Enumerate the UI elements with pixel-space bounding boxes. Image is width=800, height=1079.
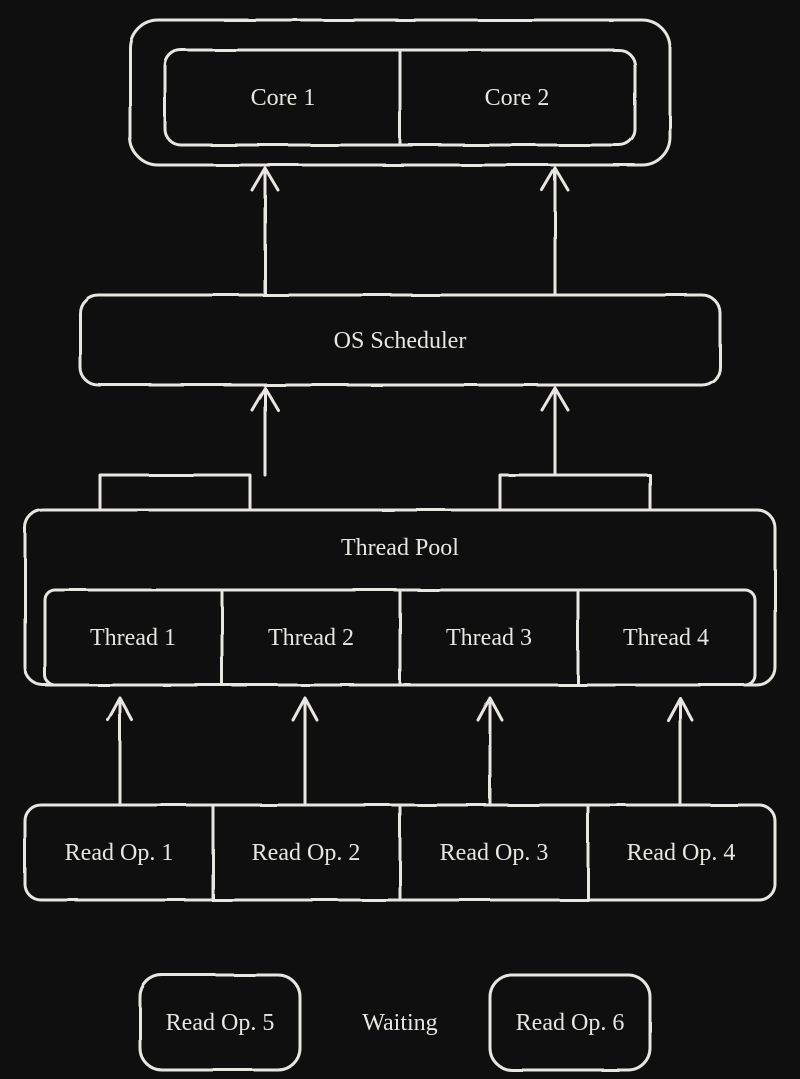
thread-4-label: Thread 4	[623, 625, 709, 651]
op-5-label: Read Op. 5	[166, 1010, 275, 1036]
arrow-scheduler-to-core1	[252, 168, 278, 295]
arrow-op4-to-thread4	[668, 698, 692, 805]
core-2-label: Core 2	[485, 85, 550, 111]
arrow-op3-to-thread3	[478, 698, 502, 805]
pool-connector-left	[100, 475, 250, 510]
op-3-label: Read Op. 3	[440, 840, 549, 866]
core-1-label: Core 1	[251, 85, 316, 111]
op-6-label: Read Op. 6	[516, 1010, 625, 1036]
pool-connector-right	[500, 475, 650, 510]
arrow-pool-to-scheduler-left	[252, 388, 278, 475]
thread-pool-label: Thread Pool	[341, 535, 459, 561]
thread-pool-diagram: Core 1 Core 2 OS Scheduler Thread Pool T…	[0, 0, 800, 1079]
waiting-label: Waiting	[362, 1010, 437, 1036]
op-4-label: Read Op. 4	[627, 840, 736, 866]
arrow-pool-to-scheduler-right	[542, 388, 568, 475]
op-1-label: Read Op. 1	[65, 840, 174, 866]
thread-1-label: Thread 1	[90, 625, 176, 651]
arrow-op1-to-thread1	[108, 698, 132, 805]
os-scheduler-label: OS Scheduler	[334, 328, 467, 354]
op-2-label: Read Op. 2	[252, 840, 361, 866]
arrow-op2-to-thread2	[293, 698, 317, 805]
thread-3-label: Thread 3	[446, 625, 532, 651]
arrow-scheduler-to-core2	[542, 168, 568, 295]
thread-2-label: Thread 2	[268, 625, 354, 651]
